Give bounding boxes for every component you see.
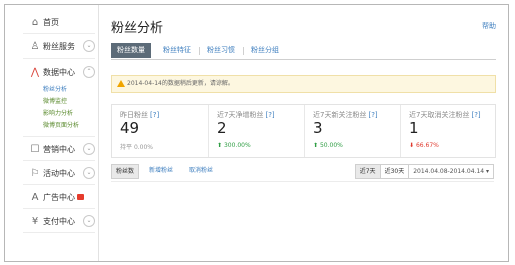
sidebar-item-label: 广告中心 — [43, 192, 84, 203]
bag-icon: ☐ — [30, 143, 40, 155]
sub-item-fan-analysis[interactable]: 粉丝分析 — [43, 84, 67, 93]
stat-value: 3 — [313, 119, 323, 137]
yen-icon: ¥ — [31, 215, 39, 227]
sidebar-item-data-center[interactable]: ⋀ 数据中心 ⌃ — [5, 61, 98, 83]
metric-tab-lost-fans[interactable]: 取消粉丝 — [185, 164, 217, 177]
divider — [23, 58, 95, 59]
sidebar-item-payment[interactable]: ¥ 支付中心 ⌄ — [5, 210, 98, 232]
sidebar-item-label: 粉丝服务 — [43, 41, 75, 51]
ad-icon: A — [31, 191, 39, 203]
chevron-down-icon[interactable]: ⌄ — [83, 143, 95, 155]
sidebar-item-ads[interactable]: A 广告中心 — [5, 186, 98, 208]
date-range-selector: 近7天 近30天 2014.04.08-2014.04.14 ▾ — [354, 164, 494, 179]
chevron-down-icon[interactable]: ⌄ — [83, 40, 95, 52]
tab-fan-count[interactable]: 粉丝数量 — [111, 43, 151, 58]
sub-item-weibo-monitor[interactable]: 微博监控 — [43, 96, 67, 105]
chart-icon: ⋀ — [30, 66, 40, 78]
tab-fan-habits[interactable]: 粉丝习惯 — [201, 43, 241, 58]
sidebar-item-marketing[interactable]: ☐ 营销中心 ⌄ — [5, 138, 98, 160]
help-icon[interactable]: [?] — [368, 111, 377, 119]
flag-icon: ⚐ — [30, 167, 40, 179]
range-7-days[interactable]: 近7天 — [355, 165, 381, 178]
sidebar-item-label: 支付中心 — [43, 216, 75, 226]
metric-tab-new-fans[interactable]: 新增粉丝 — [145, 164, 177, 177]
sidebar-item-label: 营销中心 — [43, 144, 75, 154]
stat-change: ⬆ 300.00% — [217, 142, 251, 149]
help-icon[interactable]: [?] — [150, 111, 159, 119]
range-30-days[interactable]: 近30天 — [380, 165, 410, 178]
chevron-down-icon[interactable]: ⌄ — [83, 215, 95, 227]
chevron-down-icon[interactable]: ⌄ — [83, 167, 95, 179]
notice-text: 2014-04-14的数据稍后更新，请谅解。 — [127, 80, 234, 87]
chart-controls: 粉丝数 新增粉丝 取消粉丝 近7天 近30天 2014.04.08-2014.0… — [111, 161, 494, 182]
divider — [23, 184, 95, 185]
stat-caption: 近7天净增粉丝 — [217, 111, 264, 119]
stat-caption: 近7天取消关注粉丝 — [409, 111, 470, 119]
new-badge-icon — [77, 194, 84, 200]
help-link[interactable]: 帮助 — [482, 21, 496, 31]
sidebar-item-fans-service[interactable]: ♙ 粉丝服务 ⌄ — [5, 35, 98, 57]
user-icon: ♙ — [30, 40, 40, 52]
sidebar-item-activity[interactable]: ⚐ 活动中心 ⌄ — [5, 162, 98, 184]
stat-card-net-growth: 近7天净增粉丝 [?] 2 ⬆ 300.00% — [208, 105, 304, 157]
stat-card-yesterday: 昨日粉丝 [?] 49 持平 0.00% — [112, 105, 207, 157]
divider — [23, 136, 95, 137]
date-picker[interactable]: 2014.04.08-2014.04.14 ▾ — [409, 165, 493, 178]
main-content: 粉丝分析 帮助 粉丝数量 粉丝特征 粉丝习惯 粉丝分组 2014-04-14的数… — [99, 5, 508, 261]
stat-caption: 昨日粉丝 — [120, 111, 148, 119]
sub-item-page-analysis[interactable]: 微博页面分析 — [43, 120, 79, 129]
tab-divider — [243, 47, 244, 55]
tab-fan-features[interactable]: 粉丝特征 — [157, 43, 197, 58]
divider — [23, 208, 95, 209]
tab-bar: 粉丝数量 粉丝特征 粉丝习惯 粉丝分组 — [111, 43, 496, 60]
divider — [23, 160, 95, 161]
tab-fan-groups[interactable]: 粉丝分组 — [245, 43, 285, 58]
stat-card-unfollows: 近7天取消关注粉丝 [?] 1 ⬇ 66.67% — [400, 105, 496, 157]
home-icon: ⌂ — [31, 16, 39, 28]
sidebar-item-label: 数据中心 — [43, 67, 75, 77]
warning-icon — [117, 80, 125, 87]
arrow-up-icon: ⬆ — [313, 142, 319, 149]
chevron-up-icon[interactable]: ⌃ — [83, 66, 95, 78]
arrow-down-icon: ⬇ — [409, 142, 415, 149]
stat-caption: 近7天新关注粉丝 — [313, 111, 367, 119]
stat-change: ⬇ 66.67% — [409, 142, 439, 149]
sub-item-influence[interactable]: 影响力分析 — [43, 108, 73, 117]
stats-panel: 昨日粉丝 [?] 49 持平 0.00% 近7天净增粉丝 [?] 2 ⬆ 300.0… — [111, 104, 496, 158]
sidebar: ⌂ 首页 ♙ 粉丝服务 ⌄ ⋀ 数据中心 ⌃ 粉丝分析 微博监控 影响力分析 微… — [5, 5, 99, 261]
stat-value: 49 — [120, 119, 140, 137]
stat-change: ⬆ 50.00% — [313, 142, 343, 149]
page-title: 粉丝分析 — [111, 21, 164, 36]
help-icon[interactable]: [?] — [471, 111, 480, 119]
update-notice: 2014-04-14的数据稍后更新，请谅解。 — [111, 75, 496, 93]
arrow-up-icon: ⬆ — [217, 142, 223, 149]
metric-tab-fans[interactable]: 粉丝数 — [111, 164, 140, 179]
sidebar-item-label: 首页 — [43, 17, 59, 27]
sidebar-item-home[interactable]: ⌂ 首页 — [5, 11, 98, 33]
stat-change: 持平 0.00% — [120, 144, 153, 151]
help-icon[interactable]: [?] — [265, 111, 274, 119]
sidebar-item-label: 活动中心 — [43, 168, 75, 178]
stat-card-new-follows: 近7天新关注粉丝 [?] 3 ⬆ 50.00% — [304, 105, 400, 157]
divider — [23, 232, 95, 233]
divider — [23, 33, 95, 34]
stat-value: 1 — [409, 119, 419, 137]
app-window: ⌂ 首页 ♙ 粉丝服务 ⌄ ⋀ 数据中心 ⌃ 粉丝分析 微博监控 影响力分析 微… — [4, 4, 509, 262]
stat-value: 2 — [217, 119, 227, 137]
tab-divider — [199, 47, 200, 55]
